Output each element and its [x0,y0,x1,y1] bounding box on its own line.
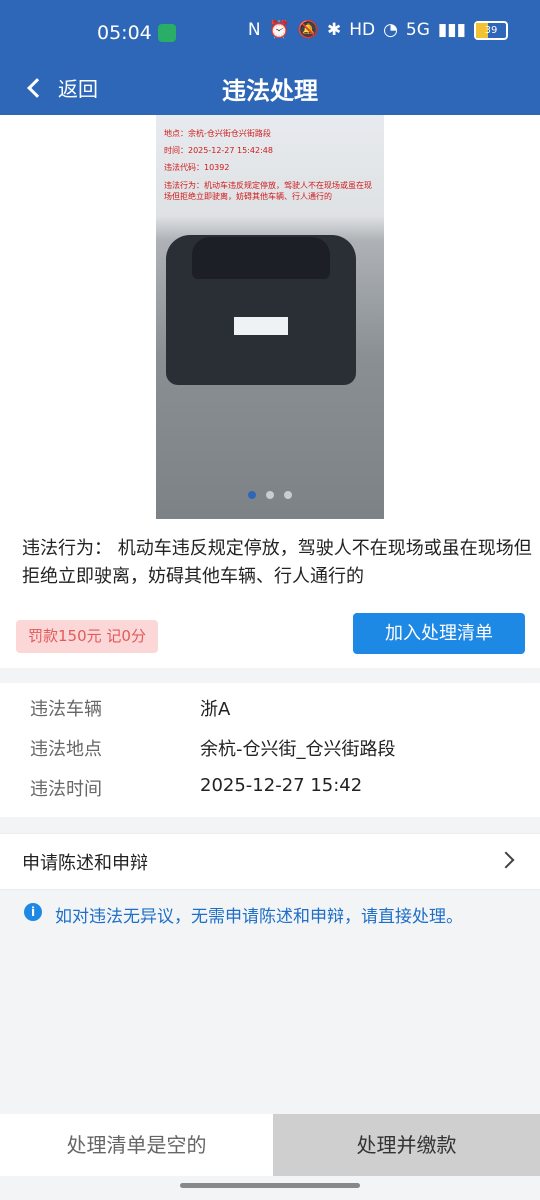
violation-description: 违法行为： 机动车违反规定停放，驾驶人不在现场或虽在现场但拒绝立即驶离，妨碍其他… [0,519,540,599]
notice-text: 如对违法无异议，无需申请陈述和申辩，请直接处理。 [55,907,463,927]
carousel-dot[interactable] [284,491,292,499]
wechat-notification-icon [158,24,176,42]
license-plate-blurred [234,317,288,335]
fine-row: 罚款150元 记0分 加入处理清单 [0,598,540,668]
process-and-pay-button[interactable]: 处理并缴款 [273,1114,540,1176]
status-time: 05:04 [97,22,152,44]
battery-level: 39 [484,24,498,36]
detail-value: 余杭-仓兴街_仓兴街路段 [200,739,396,760]
detail-label: 违法车辆 [30,699,102,720]
violation-label: 违法行为： [22,538,112,559]
evidence-photo[interactable]: 地点：余杭-仓兴街仓兴街路段 时间：2025-12-27 15:42:48 违法… [156,115,384,519]
status-bar: 05:04 N ⏰ 🔕 ✱ HD ◔ 5G ▮▮▮ 39 [0,0,540,66]
nfc-icon: N [247,20,261,40]
violation-paragraph: 违法行为： 机动车违反规定停放，驾驶人不在现场或虽在现场但拒绝立即驶离，妨碍其他… [22,535,532,591]
photo-time: 时间：2025-12-27 15:42:48 [164,146,273,155]
info-notice: i 如对违法无异议，无需申请陈述和申辩，请直接处理。 [0,891,540,935]
mute-icon: 🔕 [297,20,319,40]
processing-list-status[interactable]: 处理清单是空的 [0,1114,273,1176]
photo-code: 违法代码：10392 [164,163,230,172]
nav-bar: 返回 违法处理 [0,66,540,115]
photo-behavior: 违法行为：机动车违反规定停放，驾驶人不在现场或虽在现场但拒绝立即驶离，妨碍其他车… [164,181,372,201]
add-to-list-button[interactable]: 加入处理清单 [353,613,525,654]
detail-value: 浙A [200,699,231,720]
network-label: 5G [405,20,430,40]
chevron-right-icon [497,851,515,869]
appeal-row[interactable]: 申请陈述和申辩 [0,833,540,890]
bluetooth-icon: ✱ [326,20,342,40]
detail-row-time: 违法时间 2025-12-27 15:42 [0,775,540,813]
carousel-dot[interactable] [266,491,274,499]
hd-icon: HD [349,20,376,40]
appeal-label: 申请陈述和申辩 [22,853,148,874]
detail-label: 违法时间 [30,779,102,800]
battery-icon: 39 [474,20,508,40]
page-title: 违法处理 [222,77,318,105]
bottom-bar: 处理清单是空的 处理并缴款 [0,1114,540,1176]
detail-value: 2025-12-27 15:42 [200,775,363,796]
photo-overlay-text: 地点：余杭-仓兴街仓兴街路段 时间：2025-12-27 15:42:48 违法… [164,125,374,202]
status-icons: N ⏰ 🔕 ✱ HD ◔ 5G ▮▮▮ 39 [248,20,508,40]
info-icon: i [24,903,42,921]
wifi-icon: ◔ [383,20,398,40]
detail-row-location: 违法地点 余杭-仓兴街_仓兴街路段 [0,735,540,773]
photo-location: 地点：余杭-仓兴街仓兴街路段 [164,129,271,138]
evidence-carousel[interactable]: 地点：余杭-仓兴街仓兴街路段 时间：2025-12-27 15:42:48 违法… [0,115,540,519]
signal-icon: ▮▮▮ [437,20,466,40]
carousel-dots [248,491,292,499]
home-indicator[interactable] [180,1183,360,1188]
detail-row-vehicle: 违法车辆 浙A [0,695,540,733]
detail-label: 违法地点 [30,739,102,760]
fine-badge: 罚款150元 记0分 [16,620,158,653]
alarm-icon: ⏰ [268,20,290,40]
carousel-dot[interactable] [248,491,256,499]
car-rear-window [192,237,330,279]
violation-details: 违法车辆 浙A 违法地点 余杭-仓兴街_仓兴街路段 违法时间 2025-12-2… [0,683,540,817]
